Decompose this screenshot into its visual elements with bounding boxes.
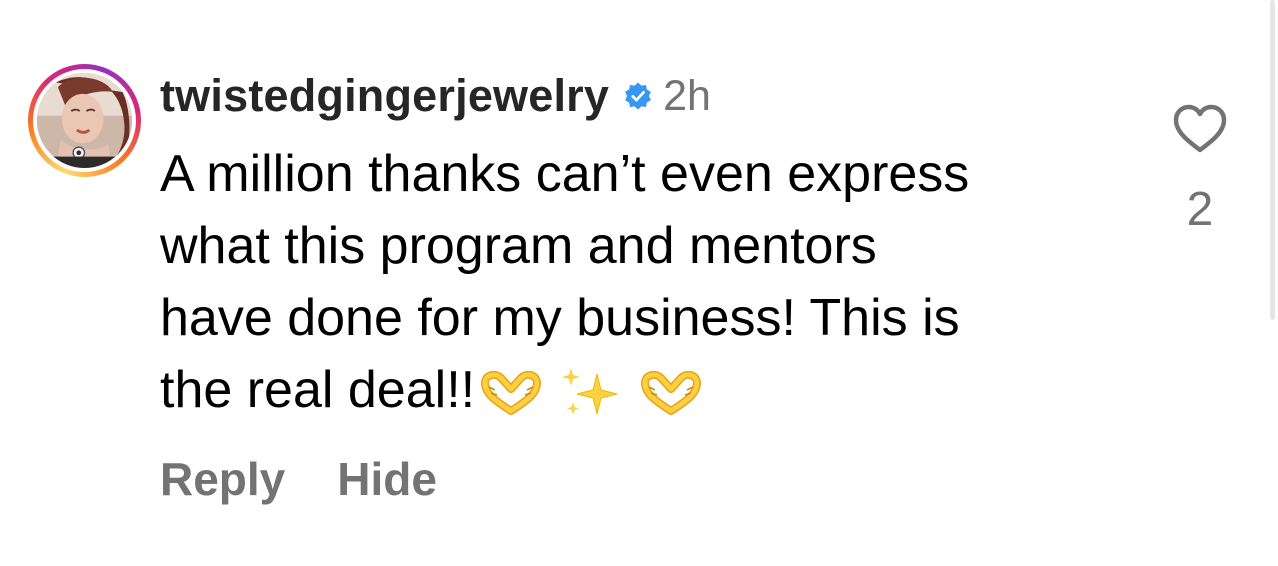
comment-actions: Reply Hide	[160, 452, 437, 506]
avatar-ring-gap	[33, 69, 136, 172]
avatar-photo	[37, 73, 132, 168]
scrollbar[interactable]	[1270, 0, 1275, 320]
comment-line-3: have done for my business! This is	[160, 289, 960, 347]
heart-outline-icon[interactable]	[1172, 104, 1228, 154]
emoji-group	[479, 364, 703, 422]
comment-text: A million thanks can’t even express what…	[160, 138, 1120, 426]
avatar-story-ring[interactable]	[28, 64, 141, 177]
sparkles-icon	[562, 368, 618, 416]
timestamp: 2h	[663, 71, 711, 120]
username[interactable]: twistedgingerjewelry	[160, 70, 609, 122]
heart-hands-icon	[641, 371, 702, 416]
comment-line-2: what this program and mentors	[160, 217, 877, 275]
comment-line-1: A million thanks can’t even express	[160, 145, 970, 203]
comment-header: twistedgingerjewelry 2h	[160, 68, 711, 124]
reply-button[interactable]: Reply	[160, 452, 285, 506]
verified-badge-icon	[623, 81, 653, 111]
comment-line-4-text: the real deal!!	[160, 361, 476, 419]
heart-hands-icon	[481, 371, 542, 416]
like-count: 2	[1186, 183, 1214, 236]
comment-line-4: the real deal!!	[160, 354, 1120, 426]
hide-button[interactable]: Hide	[337, 452, 437, 506]
avatar[interactable]	[37, 73, 132, 168]
